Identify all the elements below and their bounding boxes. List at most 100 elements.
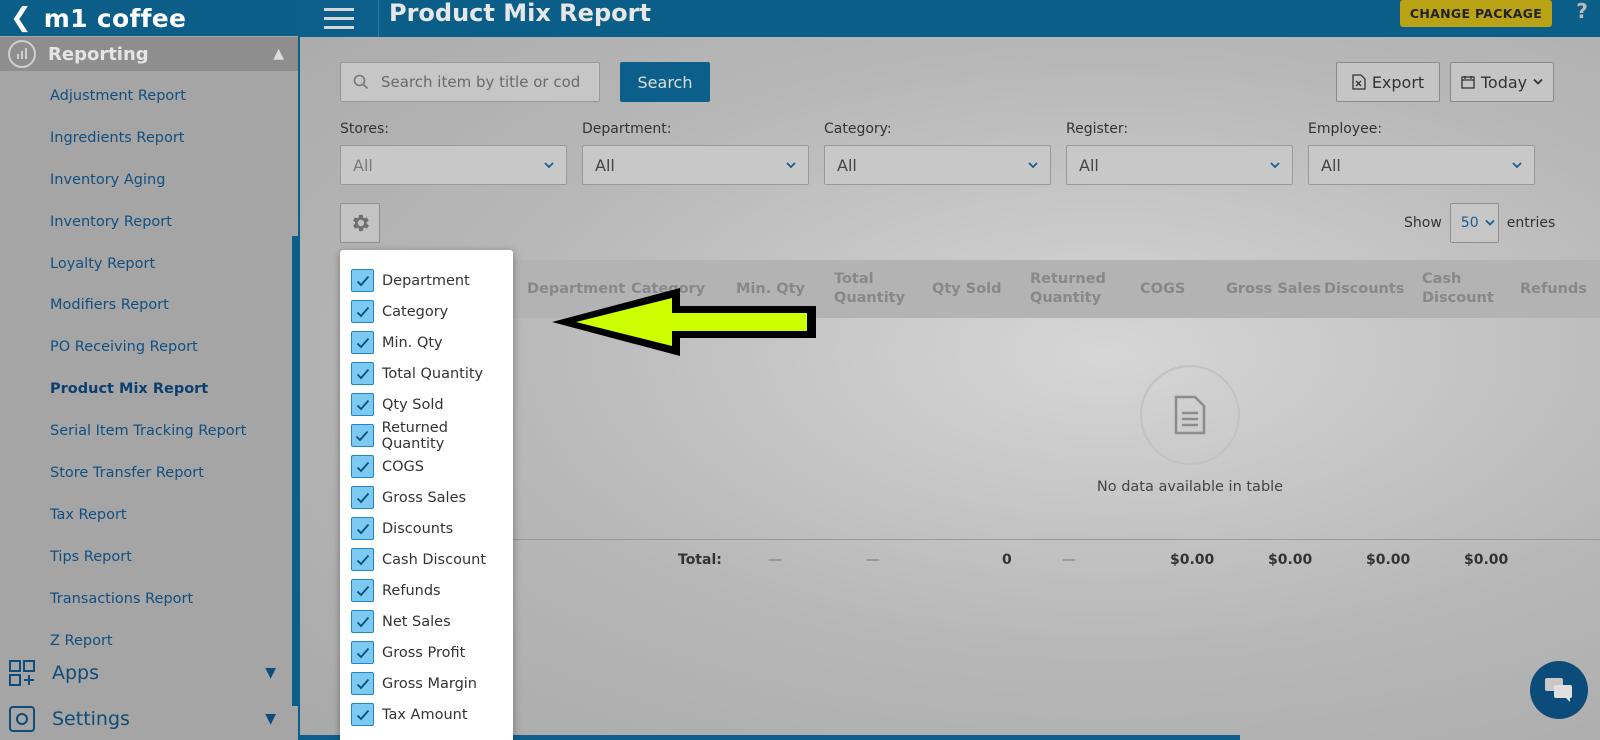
checkbox[interactable] [351,269,374,292]
column-toggle-discounts[interactable]: Discounts [340,513,513,544]
column-toggle-tax-amount[interactable]: Tax Amount [340,699,513,730]
sidebar-item-tips-report[interactable]: Tips Report [0,536,298,578]
search-field[interactable] [340,62,600,102]
sidebar-item-transactions-report[interactable]: Transactions Report [0,578,298,620]
sidebar-item-store-transfer-report[interactable]: Store Transfer Report [0,452,298,494]
chevron-down-icon: ▼ [265,665,276,681]
column-header-refunds[interactable]: Refunds [1520,260,1600,318]
empty-state-badge [1140,365,1240,465]
filter-select[interactable]: All [824,145,1051,185]
sidebar-item-settings[interactable]: Settings ▼ [0,696,298,740]
column-toggle-total-quantity[interactable]: Total Quantity [340,358,513,389]
chevron-down-icon [1270,162,1280,169]
sidebar-item-adjustment-report[interactable]: Adjustment Report [0,75,298,117]
column-toggle-qty-sold[interactable]: Qty Sold [340,389,513,420]
sidebar-item-serial-item-tracking-report[interactable]: Serial Item Tracking Report [0,410,298,452]
filter-select[interactable]: All [340,145,567,185]
table-total-row: Total: — — 0 — $0.00 $0.00 $0.00 $0.00 [500,539,1600,579]
hamburger-menu-icon[interactable] [300,0,379,37]
column-toggle-cogs[interactable]: COGS [340,451,513,482]
apps-grid-icon [9,660,35,686]
column-toggle-net-sales[interactable]: Net Sales [340,606,513,637]
column-toggle-label: COGS [382,458,424,475]
sidebar-item-ingredients-report[interactable]: Ingredients Report [0,117,298,159]
total-label: Total: [678,552,722,568]
chevron-down-icon: ▼ [265,711,276,727]
chat-icon[interactable] [1530,661,1588,719]
sidebar: ❮ m1 coffee Reporting ▲ Adjustment Repor… [0,0,300,740]
sidebar-item-inventory-aging[interactable]: Inventory Aging [0,159,298,201]
sidebar-item-tax-report[interactable]: Tax Report [0,494,298,536]
column-toggle-refunds[interactable]: Refunds [340,575,513,606]
checkbox[interactable] [351,362,374,385]
column-header-total-quantity[interactable]: Total Quantity [834,260,929,318]
total-cell: — [768,552,782,568]
column-toggle-min-qty[interactable]: Min. Qty [340,327,513,358]
chevron-down-icon [1512,162,1522,169]
checkbox[interactable] [351,486,374,509]
checkbox[interactable] [351,455,374,478]
checkbox[interactable] [351,393,374,416]
sidebar-item-po-receiving-report[interactable]: PO Receiving Report [0,326,298,368]
sidebar-scrollbar[interactable] [292,236,298,706]
checkmark-icon [356,492,369,503]
sidebar-section-reporting[interactable]: Reporting ▲ [0,37,298,71]
sidebar-item-product-mix-report[interactable]: Product Mix Report [0,368,298,410]
filter-select[interactable]: All [582,145,809,185]
checkbox[interactable] [351,331,374,354]
export-label: Export [1371,72,1425,92]
date-range-button[interactable]: Today [1450,62,1554,102]
sidebar-item-inventory-report[interactable]: Inventory Report [0,201,298,243]
checkbox[interactable] [351,517,374,540]
checkbox[interactable] [351,672,374,695]
sidebar-report-list: Adjustment Report Ingredients Report Inven… [0,71,298,661]
checkbox[interactable] [351,703,374,726]
column-toggle-gross-margin[interactable]: Gross Margin [340,668,513,699]
column-toggle-gross-profit[interactable]: Gross Profit [340,637,513,668]
filter-value: All [353,155,373,175]
sidebar-item-apps[interactable]: Apps ▼ [0,650,298,696]
filter-department: Department: All [582,121,809,185]
column-header-discounts[interactable]: Discounts [1324,260,1419,318]
sidebar-item-modifiers-report[interactable]: Modifiers Report [0,284,298,326]
column-header-cogs[interactable]: COGS [1140,260,1220,318]
brand-bar: ❮ m1 coffee [0,0,298,36]
column-toggle-cash-discount[interactable]: Cash Discount [340,544,513,575]
column-header-returned-quantity[interactable]: Returned Quantity [1030,260,1135,318]
column-header-qty-sold[interactable]: Qty Sold [932,260,1027,318]
column-header-cash-discount[interactable]: Cash Discount [1422,260,1517,318]
back-chevron-icon[interactable]: ❮ [10,5,32,31]
checkmark-icon [356,709,369,720]
search-button[interactable]: Search [620,62,710,102]
checkbox[interactable] [351,300,374,323]
column-toggle-returned-quantity[interactable]: Returned Quantity [340,420,513,452]
chevron-down-icon [1028,162,1038,169]
checkbox[interactable] [351,424,374,447]
column-toggle-category[interactable]: Category [340,296,513,327]
search-input[interactable] [381,73,581,91]
column-settings-button[interactable] [340,203,380,243]
export-button[interactable]: Export [1336,62,1440,102]
filter-label: Category: [824,121,892,137]
chevron-down-icon [1533,78,1543,85]
filter-select[interactable]: All [1308,145,1535,185]
filter-select[interactable]: All [1066,145,1293,185]
checkbox[interactable] [351,610,374,633]
column-toggle-label: Department [382,272,470,289]
checkbox[interactable] [351,548,374,571]
checkmark-icon [356,678,369,689]
sidebar-item-loyalty-report[interactable]: Loyalty Report [0,243,298,285]
column-header-gross-sales[interactable]: Gross Sales [1226,260,1321,318]
total-cell: $0.00 [1366,552,1411,568]
column-toggle-department[interactable]: Department [340,265,513,296]
checkbox[interactable] [351,641,374,664]
document-icon [1174,395,1206,435]
entries-select[interactable]: 50 [1449,203,1499,243]
column-toggle-gross-sales[interactable]: Gross Sales [340,482,513,513]
help-icon[interactable]: ? [1567,0,1597,26]
calendar-icon [1461,76,1475,89]
checkmark-icon [356,368,369,379]
checkbox[interactable] [351,579,374,602]
change-package-button[interactable]: CHANGE PACKAGE [1400,0,1552,27]
filter-category: Category: All [824,121,1051,185]
